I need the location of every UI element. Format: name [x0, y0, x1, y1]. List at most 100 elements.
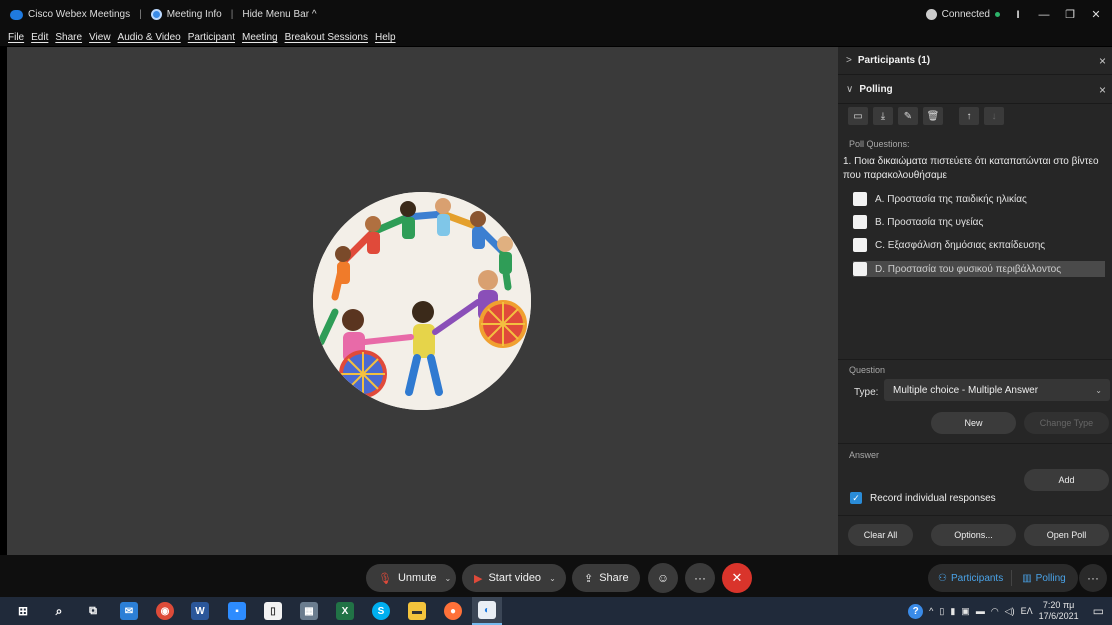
option-checkbox[interactable]	[853, 192, 867, 206]
chevron-down-icon[interactable]: ⌄	[549, 574, 556, 583]
title-bar: Cisco Webex Meetings | Meeting Info | Hi…	[0, 0, 1112, 29]
chrome-icon[interactable]: ◉	[156, 602, 174, 620]
app-name: Cisco Webex Meetings	[28, 9, 131, 20]
reactions-button[interactable]: ☺	[648, 563, 678, 593]
participants-tab[interactable]: ⚇ Participants	[928, 573, 1003, 584]
close-window-button[interactable]: ✕	[1088, 8, 1104, 21]
app-title: Cisco Webex Meetings	[10, 9, 130, 20]
connection-label: Connected	[941, 9, 990, 20]
webex-taskbar-button[interactable]: ◐	[472, 597, 502, 625]
save-poll-icon[interactable]: ⤓	[873, 107, 893, 125]
help-icon[interactable]: ?	[908, 603, 924, 619]
poll-option-selected[interactable]: D. Προστασία του φυσικού περιβάλλοντος	[853, 261, 1105, 277]
language-indicator[interactable]: ΕΛ	[1021, 606, 1033, 616]
firefox-icon[interactable]: ●	[444, 602, 462, 620]
leave-meeting-button[interactable]: ✕	[722, 563, 752, 593]
zoom-icon[interactable]: ▪	[228, 602, 246, 620]
start-video-button[interactable]: ▶ Start video ⌄	[462, 564, 566, 592]
windows-start-icon[interactable]: ⊞	[14, 602, 32, 620]
more-dots-icon: ···	[1087, 571, 1099, 585]
battery-icon[interactable]: ▬	[976, 606, 985, 616]
more-dots-icon: ···	[694, 571, 706, 585]
option-checkbox[interactable]	[853, 262, 867, 276]
clear-all-button[interactable]: Clear All	[848, 524, 913, 546]
wifi-icon[interactable]: ◠	[991, 606, 999, 617]
section-divider	[838, 443, 1112, 444]
delete-trash-icon[interactable]: 🗑	[923, 107, 943, 125]
document-icon[interactable]: ▯	[264, 602, 282, 620]
calculator-icon[interactable]: ▦	[300, 602, 318, 620]
emoji-icon: ☺	[656, 571, 670, 585]
notification-icon[interactable]: ▭	[1093, 604, 1104, 618]
checkmark-icon[interactable]: ✓	[850, 492, 862, 504]
participant-avatar	[313, 192, 531, 410]
chevron-down-icon: ∨	[846, 84, 854, 95]
option-checkbox[interactable]	[853, 215, 867, 229]
skype-icon[interactable]: S	[372, 602, 390, 620]
word-icon[interactable]: W	[191, 602, 209, 620]
search-icon[interactable]: ⌕	[50, 602, 68, 620]
close-participants-icon[interactable]: ×	[1099, 54, 1106, 68]
new-question-button[interactable]: New	[931, 412, 1016, 434]
menu-share[interactable]: Share	[55, 32, 82, 43]
device-icon[interactable]: ▯	[939, 606, 944, 617]
poll-option[interactable]: A. Προστασία της παιδικής ηλικίας	[853, 191, 1108, 207]
participants-panel-header[interactable]: > Participants (1) ×	[838, 47, 1112, 75]
polling-tab[interactable]: ▥ Polling	[1012, 573, 1065, 584]
speaker-icon[interactable]: ◁)	[1005, 606, 1015, 617]
add-answer-button[interactable]: Add	[1024, 469, 1109, 491]
menu-file[interactable]: File	[8, 32, 24, 43]
open-folder-icon[interactable]: ▭	[848, 107, 868, 125]
menu-help[interactable]: Help	[375, 32, 396, 43]
menu-participant[interactable]: Participant	[188, 32, 235, 43]
task-view-icon[interactable]: ⧉	[84, 602, 102, 620]
options-button[interactable]: Options...	[931, 524, 1016, 546]
chevron-down-icon[interactable]: ⌄	[445, 574, 452, 583]
webex-icon: ◐	[478, 601, 496, 619]
question-type-select[interactable]: Multiple choice - Multiple Answer ⌄	[884, 379, 1110, 401]
poll-option[interactable]: C. Εξασφάλιση δημόσιας εκπαίδευσης	[853, 237, 1108, 253]
poll-option[interactable]: B. Προστασία της υγείας	[853, 214, 1108, 230]
video-stage	[7, 47, 838, 555]
video-off-icon: ▶	[474, 572, 483, 585]
title-separator: |	[230, 9, 234, 20]
meeting-controls: 🎙 Unmute ⌄ ▶ Start video ⌄ ⇪ Share ☺ ···…	[0, 555, 1112, 597]
more-options-button[interactable]: ···	[685, 563, 715, 593]
connection-status[interactable]: Connected	[925, 9, 1000, 20]
connection-icon	[925, 9, 937, 20]
file-explorer-icon[interactable]: ▬	[408, 602, 426, 620]
restore-button[interactable]: ❐	[1062, 8, 1078, 21]
meeting-info-label: Meeting Info	[166, 9, 222, 20]
move-down-icon[interactable]: ↓	[984, 107, 1004, 125]
menu-view[interactable]: View	[89, 32, 111, 43]
change-type-button[interactable]: Change Type	[1024, 412, 1109, 434]
type-label: Type:	[854, 387, 879, 398]
open-poll-button[interactable]: Open Poll	[1024, 524, 1109, 546]
webex-logo-icon	[10, 9, 23, 20]
meeting-info-button[interactable]: Meeting Info	[150, 9, 222, 20]
close-polling-icon[interactable]: ×	[1099, 83, 1106, 97]
polling-panel-header[interactable]: ∨ Polling ×	[838, 76, 1112, 104]
chevron-up-icon[interactable]: ^	[929, 606, 933, 616]
microphone-icon[interactable]: ▮	[950, 606, 955, 617]
share-button[interactable]: ⇪ Share	[572, 564, 640, 592]
move-up-icon[interactable]: ↑	[959, 107, 979, 125]
chevron-right-icon: >	[846, 55, 852, 66]
option-checkbox[interactable]	[853, 238, 867, 252]
unmute-button[interactable]: 🎙 Unmute ⌄	[366, 564, 456, 592]
poll-question-text[interactable]: 1. Ποια δικαιώματα πιστεύετε ότι καταπατ…	[843, 155, 1105, 183]
display-icon[interactable]: ▣	[961, 606, 970, 617]
more-panels-button[interactable]: ···	[1079, 564, 1107, 592]
hide-menu-bar-button[interactable]: Hide Menu Bar ^	[242, 9, 316, 20]
menu-edit[interactable]: Edit	[31, 32, 48, 43]
mail-icon[interactable]: ✉	[120, 602, 138, 620]
unmute-label: Unmute	[397, 572, 437, 584]
menu-breakout-sessions[interactable]: Breakout Sessions	[285, 32, 368, 43]
edit-pencil-icon[interactable]: ✎	[898, 107, 918, 125]
menu-audio-video[interactable]: Audio & Video	[118, 32, 181, 43]
excel-icon[interactable]: X	[336, 602, 354, 620]
menu-meeting[interactable]: Meeting	[242, 32, 278, 43]
record-responses-option[interactable]: ✓ Record individual responses	[850, 492, 996, 504]
clock[interactable]: 7:20 πμ 17/6/2021	[1039, 600, 1079, 622]
minimize-button[interactable]: —	[1036, 9, 1052, 21]
